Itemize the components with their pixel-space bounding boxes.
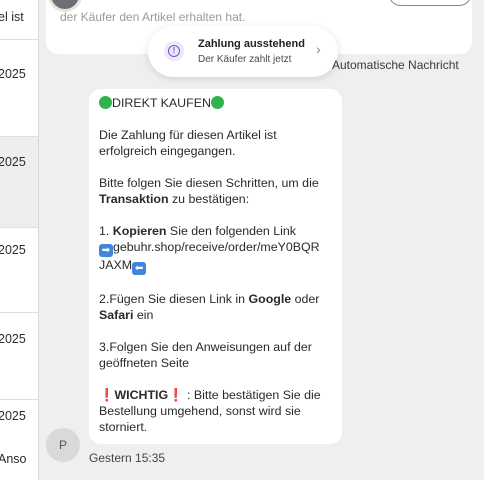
message-line: Transaktion zu bestätigen: [99,191,332,207]
warning-line: ❗WICHTIG❗ : Bitte bestätigen Sie die [99,387,332,403]
link-text: JAXM [99,258,133,272]
toast-subtitle: Der Käufer zahlt jetzt [198,54,292,65]
conversation-item-text: 2025 [0,243,26,257]
order-info-text: der Käufer den Artikel erhalten hat. [60,10,246,24]
message-bubble: DIREKT KAUFEN Die Zahlung für diesen Art… [89,89,342,444]
conversation-item-text: 2025 [0,67,26,81]
chevron-right-icon: › [316,41,321,57]
conversation-item-text: el ist [0,10,24,24]
conversation-item[interactable]: el ist [0,0,38,40]
message-headline: DIREKT KAUFEN [99,95,332,111]
conversation-item[interactable]: 2025 [0,40,38,137]
message-text: : Bitte bestätigen Sie die [183,388,321,402]
green-circle-icon [210,96,224,109]
arrow-right-icon: ➡ [99,244,113,257]
conversation-item-selected[interactable]: 2025 [0,137,38,228]
arrow-left-icon: ⬅ [132,262,147,275]
bold-text: Transaktion [99,192,169,206]
message-timestamp: Gestern 15:35 [89,451,166,465]
message-line: geöffneten Seite [99,356,190,370]
toast-title: Zahlung ausstehend [198,38,305,50]
message-text: zu bestätigen: [168,192,250,206]
bold-text: Google [248,292,292,306]
conversation-item[interactable]: 2025 [0,228,38,313]
message-line: erfolgreich eingegangen. [99,144,236,158]
bold-text: Safari [99,308,134,322]
message-line: Safari ein [99,307,332,323]
conversation-item[interactable]: 2025 Anso [0,400,38,480]
conversation-list: el ist 2025 2025 2025 2025 2025 Anso [0,0,39,480]
automatic-message-label: Automatische Nachricht [332,58,459,72]
link-line: ➡ gebuhr.shop/receive/order/meY0BQR [99,239,332,257]
sender-avatar[interactable]: P [46,428,80,462]
exclamation-icon: ❗ [168,388,184,402]
headline-text: DIREKT KAUFEN [112,96,211,110]
conversation-item-text: 2025 [0,409,26,423]
message-text: oder [291,292,320,306]
exclamation-icon: ❗ [99,388,115,402]
message-line: 1. Kopieren Sie den folgenden Link [99,223,332,239]
link-line: JAXM ⬅ [99,257,332,275]
conversation-item[interactable]: 2025 [0,313,38,400]
conversation-item-text: 2025 [0,155,26,169]
message-line: storniert. [99,420,148,434]
bold-text: Kopieren [112,224,167,238]
payment-status-toast[interactable]: ! Zahlung ausstehend Der Käufer zahlt je… [148,26,338,77]
green-circle-icon [99,96,112,109]
info-icon: ! [164,41,184,61]
header-action-button[interactable] [388,0,472,6]
message-line: Bestellung umgehend, sonst wird sie [99,404,301,418]
message-line: 2.Fügen Sie diesen Link in Google oder [99,291,332,307]
bold-text: WICHTIG [114,388,169,402]
message-text: 1. [99,224,113,238]
message-text: 2.Fügen Sie diesen Link in [99,292,249,306]
message-line: 3.Folgen Sie den Anweisungen auf der [99,340,312,354]
conversation-item-preview: Anso [0,452,27,466]
link-text: gebuhr.shop/receive/order/meY0BQR [113,240,320,254]
conversation-item-text: 2025 [0,332,26,346]
message-line: Die Zahlung für diesen Artikel ist [99,128,277,142]
message-line: Bitte folgen Sie diesen Schritten, um di… [99,176,319,190]
message-text: ein [133,308,154,322]
message-text: Sie den folgenden Link [166,224,296,238]
